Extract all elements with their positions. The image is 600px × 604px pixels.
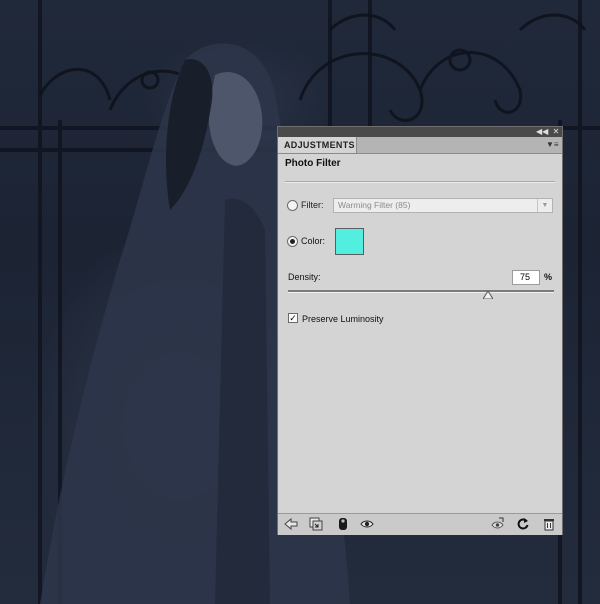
preserve-luminosity-checkbox[interactable]: ✓ (288, 313, 298, 323)
color-radio[interactable] (287, 236, 298, 247)
panel-titlebar[interactable]: ◀◀ ✕ (278, 127, 562, 137)
divider (285, 181, 555, 183)
radio-selected-dot (290, 239, 295, 244)
filter-label: Filter: (301, 200, 324, 210)
layer-mask-icon[interactable] (336, 517, 350, 531)
density-unit: % (544, 272, 553, 282)
density-slider-thumb[interactable] (482, 291, 493, 299)
close-icon[interactable]: ✕ (550, 127, 562, 137)
panel-footer (278, 513, 562, 535)
clip-to-layer-icon[interactable] (309, 517, 323, 531)
filter-select[interactable]: Warming Filter (85) ▼ (333, 198, 553, 213)
filter-select-value: Warming Filter (85) (338, 200, 411, 210)
tab-adjustments[interactable]: ADJUSTMENTS (278, 137, 357, 153)
density-slider-track[interactable] (288, 290, 554, 293)
chevron-down-icon[interactable]: ▼ (537, 199, 552, 212)
delete-trash-icon[interactable] (542, 517, 556, 531)
adjustments-panel: ◀◀ ✕ ADJUSTMENTS ▼≡ Photo Filter Filter:… (277, 126, 563, 535)
color-swatch[interactable] (335, 228, 364, 255)
preserve-luminosity-label: Preserve Luminosity (302, 314, 384, 324)
panel-title: Photo Filter (285, 158, 341, 169)
visibility-eye-icon[interactable] (360, 517, 374, 531)
view-previous-state-icon[interactable] (491, 517, 505, 531)
reset-icon[interactable] (516, 517, 530, 531)
back-arrow-icon[interactable] (284, 517, 298, 531)
double-chevron-left-icon[interactable]: ◀◀ (536, 127, 548, 137)
color-label: Color: (301, 236, 326, 246)
panel-menu-icon[interactable]: ▼≡ (546, 140, 559, 149)
filter-radio[interactable] (287, 200, 298, 211)
panel-tab-row: ADJUSTMENTS ▼≡ (278, 137, 562, 154)
density-input[interactable]: 75 (512, 270, 540, 285)
density-label: Density: (288, 272, 321, 282)
